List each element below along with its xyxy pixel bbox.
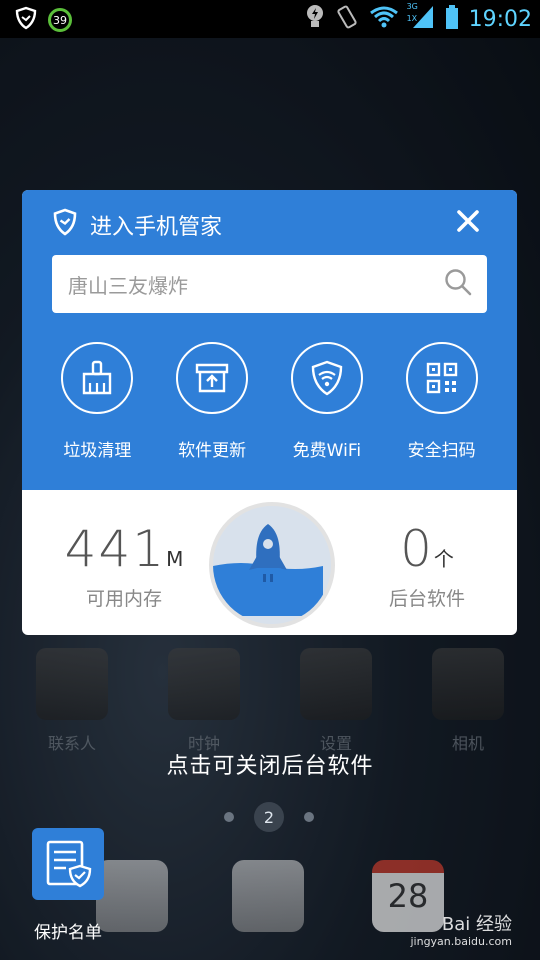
free-wifi-button[interactable]: 免费WiFi bbox=[277, 342, 377, 461]
shield-logo-icon bbox=[14, 6, 38, 34]
background-apps-stat: 0个 后台软件 bbox=[357, 520, 497, 611]
signal-icon: 3G 1X bbox=[406, 2, 435, 34]
search-input[interactable] bbox=[66, 271, 443, 297]
shield-icon bbox=[52, 208, 78, 242]
wifi-icon bbox=[369, 5, 399, 33]
protection-list-icon bbox=[46, 840, 92, 888]
network-1x-label: 1X bbox=[406, 14, 418, 23]
popup-title: 进入手机管家 bbox=[90, 215, 223, 240]
page-dot bbox=[224, 812, 234, 822]
tool-label: 软件更新 bbox=[178, 441, 247, 461]
safe-scan-button[interactable]: 安全扫码 bbox=[392, 342, 492, 461]
popup-header: 进入手机管家 垃圾清理 软件更新 bbox=[22, 190, 517, 490]
watermark-brand: Bai 经验 bbox=[441, 914, 512, 935]
memory-value: 441 bbox=[64, 520, 167, 578]
close-background-hint: 点击可关闭后台软件 bbox=[166, 754, 374, 779]
protection-list-button[interactable] bbox=[32, 828, 104, 900]
tool-label: 垃圾清理 bbox=[63, 441, 132, 461]
status-bar: 39 3G 1X 19:02 bbox=[0, 0, 540, 38]
qr-code-icon bbox=[405, 342, 478, 414]
clock-time: 19:02 bbox=[468, 6, 532, 32]
battery-icon bbox=[445, 4, 459, 34]
calendar-dock-icon: 28 bbox=[372, 860, 444, 932]
phone-manager-popup: 进入手机管家 垃圾清理 软件更新 bbox=[22, 190, 517, 635]
background-apps-label: 后台软件 bbox=[388, 588, 465, 610]
memory-unit: M bbox=[166, 547, 184, 571]
broom-icon bbox=[61, 342, 134, 414]
battery-saver-badge: 39 bbox=[48, 8, 72, 32]
calendar-date: 28 bbox=[387, 877, 429, 915]
search-icon[interactable] bbox=[443, 267, 473, 301]
vibrate-icon bbox=[335, 4, 359, 34]
junk-clean-button[interactable]: 垃圾清理 bbox=[47, 342, 147, 461]
memory-label: 可用内存 bbox=[85, 588, 162, 610]
tool-label: 安全扫码 bbox=[407, 441, 476, 461]
software-update-button[interactable]: 软件更新 bbox=[162, 342, 262, 461]
background-apps-value: 0 bbox=[400, 520, 434, 578]
tool-label: 免费WiFi bbox=[292, 441, 362, 461]
memory-stat: 441M 可用内存 bbox=[54, 520, 194, 611]
watermark-url: jingyan.baidu.com bbox=[410, 935, 512, 948]
enter-manager-link[interactable]: 进入手机管家 bbox=[52, 208, 222, 242]
bulb-icon bbox=[305, 4, 325, 34]
page-dot bbox=[304, 812, 314, 822]
background-apps-unit: 个 bbox=[433, 547, 454, 571]
page-dot-current: 2 bbox=[254, 802, 284, 832]
wifi-shield-icon bbox=[290, 342, 363, 414]
upload-box-icon bbox=[176, 342, 249, 414]
close-icon[interactable] bbox=[453, 206, 483, 236]
protection-list-label: 保护名单 bbox=[34, 923, 102, 943]
tool-grid: 垃圾清理 软件更新 免费WiFi 安全扫码 bbox=[22, 342, 517, 461]
network-3g-label: 3G bbox=[406, 2, 418, 11]
search-box[interactable] bbox=[52, 255, 487, 313]
page-indicator: 2 bbox=[224, 802, 314, 832]
speedup-rocket-button[interactable] bbox=[209, 502, 335, 628]
phone-dock-icon bbox=[232, 860, 304, 932]
